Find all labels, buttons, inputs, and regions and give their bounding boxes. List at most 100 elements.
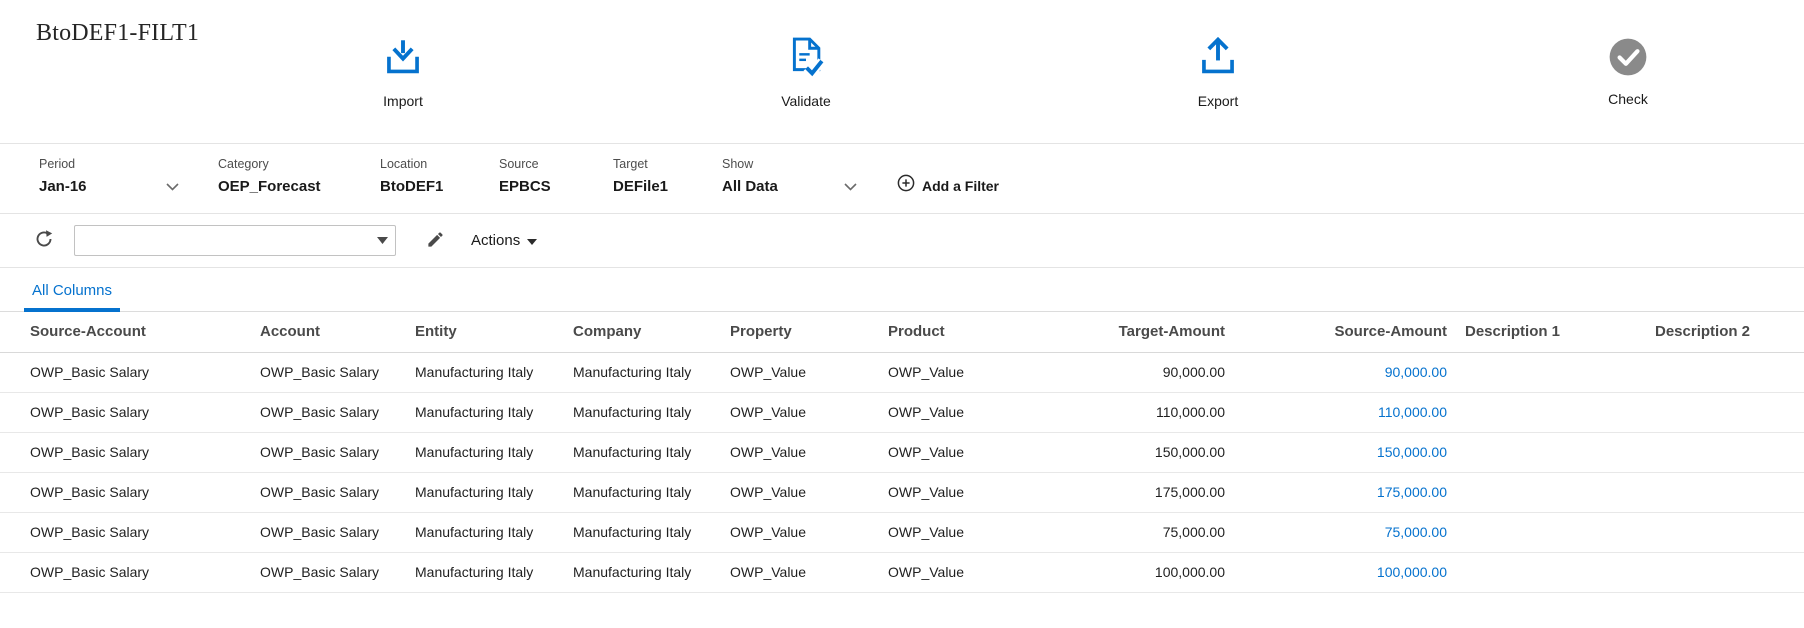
cell: OWP_Basic Salary [250, 392, 405, 432]
cell [1645, 352, 1804, 392]
column-header-account[interactable]: Account [250, 312, 405, 352]
table-row: OWP_Basic SalaryOWP_Basic SalaryManufact… [0, 472, 1804, 512]
source-value: EPBCS [499, 178, 551, 195]
cell: OWP_Value [720, 472, 878, 512]
export-button[interactable]: Export [1143, 36, 1293, 109]
page-title: BtoDEF1-FILT1 [36, 20, 199, 47]
check-button[interactable]: Check [1553, 36, 1703, 107]
cell: Manufacturing Italy [563, 392, 720, 432]
cell [1455, 472, 1645, 512]
show-value: All Data [722, 178, 778, 195]
cell: Manufacturing Italy [563, 472, 720, 512]
column-header-entity[interactable]: Entity [405, 312, 563, 352]
source-label: Source [499, 157, 613, 171]
cell [1455, 392, 1645, 432]
cell [1455, 432, 1645, 472]
cell: OWP_Basic Salary [250, 352, 405, 392]
table-header-row: Source-AccountAccountEntityCompanyProper… [0, 312, 1804, 352]
tab-bar: All Columns [0, 268, 1804, 312]
table-row: OWP_Basic SalaryOWP_Basic SalaryManufact… [0, 432, 1804, 472]
cell: Manufacturing Italy [563, 552, 720, 592]
location-value: BtoDEF1 [380, 178, 443, 195]
edit-button[interactable] [422, 226, 449, 256]
actions-menu-button[interactable]: Actions [471, 232, 537, 249]
cell: 110,000.00 [998, 392, 1233, 432]
cell [1645, 392, 1804, 432]
cell [1645, 432, 1804, 472]
target-value: DEFile1 [613, 178, 668, 195]
import-label: Import [383, 93, 423, 109]
export-label: Export [1198, 93, 1238, 109]
actions-label: Actions [471, 232, 520, 249]
validate-button[interactable]: Validate [731, 36, 881, 109]
table-body: OWP_Basic SalaryOWP_Basic SalaryManufact… [0, 352, 1804, 592]
caret-down-icon [527, 233, 537, 248]
cell: Manufacturing Italy [405, 352, 563, 392]
cell: OWP_Value [878, 472, 998, 512]
table-row: OWP_Basic SalaryOWP_Basic SalaryManufact… [0, 392, 1804, 432]
plus-circle-icon [897, 174, 915, 197]
combobox-input[interactable] [75, 226, 369, 255]
chevron-down-icon[interactable] [166, 183, 179, 191]
cell: OWP_Basic Salary [250, 432, 405, 472]
export-icon [1196, 36, 1240, 80]
column-header-description-1[interactable]: Description 1 [1455, 312, 1645, 352]
chevron-down-icon[interactable] [844, 183, 857, 191]
cell: 175,000.00 [998, 472, 1233, 512]
category-label: Category [218, 157, 380, 171]
column-header-company[interactable]: Company [563, 312, 720, 352]
cell: OWP_Basic Salary [0, 552, 250, 592]
validate-icon [784, 36, 828, 80]
cell: OWP_Value [878, 352, 998, 392]
cell: OWP_Basic Salary [250, 512, 405, 552]
source-amount-link[interactable]: 100,000.00 [1233, 552, 1455, 592]
column-header-source-amount[interactable]: Source-Amount [1233, 312, 1455, 352]
cell [1645, 552, 1804, 592]
check-label: Check [1608, 91, 1648, 107]
import-button[interactable]: Import [328, 36, 478, 109]
source-amount-link[interactable]: 90,000.00 [1233, 352, 1455, 392]
cell: 100,000.00 [998, 552, 1233, 592]
rule-combobox[interactable] [74, 225, 396, 256]
column-header-product[interactable]: Product [878, 312, 998, 352]
source-amount-link[interactable]: 150,000.00 [1233, 432, 1455, 472]
cell: OWP_Value [878, 512, 998, 552]
period-value: Jan-16 [39, 178, 87, 195]
combobox-dropdown-arrow[interactable] [369, 226, 395, 255]
table-row: OWP_Basic SalaryOWP_Basic SalaryManufact… [0, 352, 1804, 392]
cell: Manufacturing Italy [405, 472, 563, 512]
period-label: Period [39, 157, 179, 171]
cell [1455, 512, 1645, 552]
table-row: OWP_Basic SalaryOWP_Basic SalaryManufact… [0, 512, 1804, 552]
cell: Manufacturing Italy [563, 352, 720, 392]
add-filter-button[interactable]: Add a Filter [897, 174, 999, 197]
category-value: OEP_Forecast [218, 178, 321, 195]
refresh-icon [34, 229, 54, 252]
category-filter: Category OEP_Forecast [218, 157, 380, 195]
source-amount-link[interactable]: 75,000.00 [1233, 512, 1455, 552]
cell: OWP_Value [878, 392, 998, 432]
cell [1645, 472, 1804, 512]
check-icon [1607, 36, 1649, 78]
column-header-source-account[interactable]: Source-Account [0, 312, 250, 352]
cell: Manufacturing Italy [563, 512, 720, 552]
cell: OWP_Value [720, 432, 878, 472]
table-row: OWP_Basic SalaryOWP_Basic SalaryManufact… [0, 552, 1804, 592]
cell: OWP_Value [720, 392, 878, 432]
tab-all-columns[interactable]: All Columns [24, 282, 120, 312]
cell: OWP_Value [720, 512, 878, 552]
cell: OWP_Basic Salary [0, 472, 250, 512]
cell: OWP_Basic Salary [0, 352, 250, 392]
show-filter[interactable]: Show All Data [722, 157, 857, 195]
refresh-button[interactable] [30, 225, 58, 256]
source-amount-link[interactable]: 175,000.00 [1233, 472, 1455, 512]
show-label: Show [722, 157, 857, 171]
column-header-target-amount[interactable]: Target-Amount [998, 312, 1233, 352]
source-amount-link[interactable]: 110,000.00 [1233, 392, 1455, 432]
filter-bar: Period Jan-16 Category OEP_Forecast Loca… [0, 144, 1804, 214]
period-filter[interactable]: Period Jan-16 [39, 157, 179, 195]
column-header-description-2[interactable]: Description 2 [1645, 312, 1804, 352]
cell: Manufacturing Italy [405, 512, 563, 552]
column-header-property[interactable]: Property [720, 312, 878, 352]
cell: 150,000.00 [998, 432, 1233, 472]
